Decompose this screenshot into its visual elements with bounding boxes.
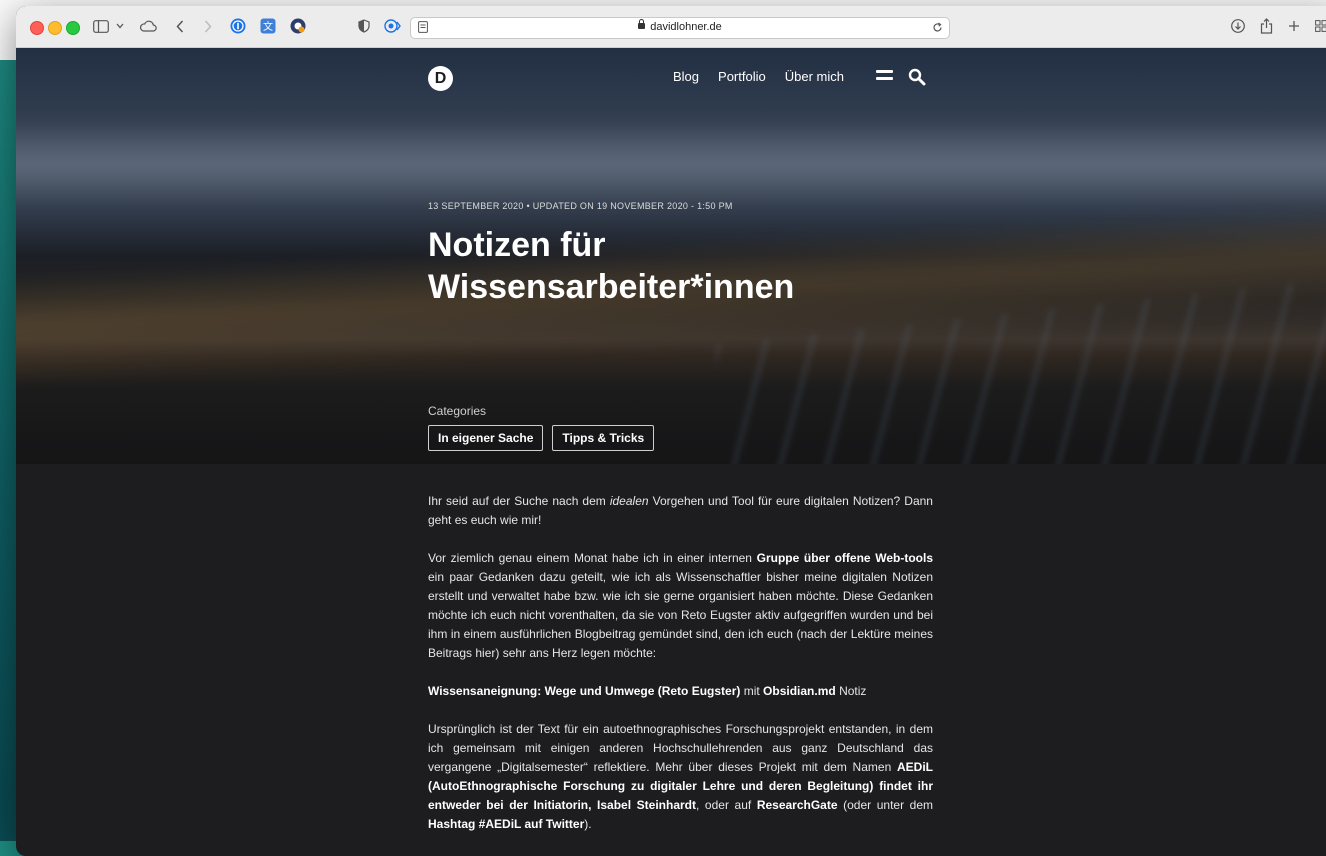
new-tab-icon[interactable] (1285, 16, 1303, 36)
post-meta: 13 SEPTEMBER 2020 • UPDATED ON 19 NOVEMB… (428, 201, 733, 211)
link[interactable]: ResearchGate (757, 798, 838, 812)
tracker-icon[interactable] (384, 16, 402, 36)
paragraph: Vor ziemlich genau einem Monat habe ich … (428, 551, 933, 660)
link[interactable]: Wissensaneignung: Wege und Umwege (Reto … (428, 684, 740, 698)
post-title: Notizen für Wissensarbeiter*innen (428, 226, 795, 306)
onepassword-icon[interactable] (229, 16, 247, 36)
browser-toolbar: 文 davidlohner.de (16, 6, 1326, 48)
link[interactable]: Obsidian.md (763, 684, 836, 698)
main-nav: Blog Portfolio Über mich (673, 69, 844, 84)
hero-header: D Blog Portfolio Über mich 13 SEPTEMBER … (16, 48, 1326, 464)
search-icon[interactable] (908, 68, 926, 86)
link[interactable]: Gruppe über offene Web-tools (757, 551, 933, 565)
menu-icon[interactable] (876, 70, 893, 82)
privacy-shield-icon[interactable] (356, 16, 372, 36)
paragraph: Ursprünglich ist der Text für ein autoet… (428, 722, 934, 831)
reload-icon[interactable] (931, 20, 943, 34)
category-tags: In eigener Sache Tipps & Tricks (428, 425, 655, 451)
tab-overview-icon[interactable] (1313, 16, 1326, 36)
url-label: davidlohner.de (650, 21, 722, 33)
forward-icon[interactable] (202, 16, 214, 36)
sidebar-icon[interactable] (92, 16, 110, 36)
article-body: Ihr seid auf der Suche nach dem idealen … (428, 492, 933, 853)
browser-window: 文 davidlohner.de D Blog Portfolio Über m… (16, 6, 1326, 856)
nav-about[interactable]: Über mich (785, 69, 844, 84)
address-bar[interactable]: davidlohner.de (410, 17, 950, 39)
zoom-window-button[interactable] (66, 21, 80, 35)
minimize-window-button[interactable] (48, 21, 62, 35)
svg-text:文: 文 (263, 20, 273, 33)
url-text: davidlohner.de (411, 19, 949, 33)
categories-label: Categories (428, 404, 487, 418)
site-logo[interactable]: D (428, 66, 453, 91)
download-icon[interactable] (1229, 16, 1247, 36)
chevron-down-icon[interactable] (115, 16, 125, 36)
paragraph: Ihr seid auf der Suche nach dem idealen … (428, 494, 933, 527)
nav-portfolio[interactable]: Portfolio (718, 69, 766, 84)
category-tag[interactable]: In eigener Sache (428, 425, 544, 451)
link[interactable]: Hashtag #AEDiL auf Twitter (428, 817, 584, 831)
back-icon[interactable] (174, 16, 186, 36)
share-icon[interactable] (1257, 16, 1275, 36)
paragraph: Wissensaneignung: Wege und Umwege (Reto … (428, 684, 867, 698)
close-window-button[interactable] (30, 21, 44, 35)
extension-icon[interactable] (289, 16, 307, 36)
icloud-icon[interactable] (138, 16, 158, 36)
category-tag[interactable]: Tipps & Tricks (552, 425, 655, 451)
nav-blog[interactable]: Blog (673, 69, 699, 84)
translate-icon[interactable]: 文 (259, 16, 277, 36)
